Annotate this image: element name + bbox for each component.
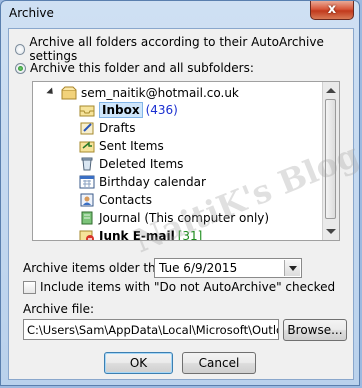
sent-items-icon — [79, 141, 95, 153]
tree-item-contacts[interactable]: Contacts — [79, 191, 152, 209]
no-autoarchive-label: Include items with "Do not AutoArchive" … — [40, 280, 336, 294]
tree-item-inbox[interactable]: Inbox (436) — [79, 101, 178, 119]
archive-all-label: Archive all folders according to their A… — [29, 35, 324, 63]
junk-email-label: Junk E-mail — [99, 229, 175, 241]
archive-this-label: Archive this folder and all subfolders: — [30, 61, 254, 75]
collapse-arrow-icon[interactable] — [46, 86, 56, 97]
cancel-button[interactable]: Cancel — [182, 352, 256, 374]
archive-file-label: Archive file: — [23, 302, 95, 316]
tree-item-junk-email[interactable]: Junk E-mail [31] — [79, 227, 203, 241]
title-bar: Archive x — [1, 1, 359, 27]
tree-item-deleted-items[interactable]: Deleted Items — [79, 155, 183, 173]
close-icon: x — [327, 2, 337, 17]
scroll-up-arrow-icon[interactable] — [326, 88, 336, 93]
calendar-icon — [79, 175, 95, 189]
contacts-icon — [80, 193, 94, 207]
journal-icon — [81, 211, 93, 225]
deleted-items-label: Deleted Items — [99, 157, 184, 171]
older-than-label: Archive items older than: — [23, 261, 175, 275]
older-than-value: Tue 6/9/2015 — [159, 261, 238, 275]
no-autoarchive-option[interactable]: Include items with "Do not AutoArchive" … — [23, 280, 335, 294]
archive-this-option[interactable]: Archive this folder and all subfolders: — [15, 60, 254, 76]
archive-file-value: C:\Users\Sam\AppData\Local\Microsoft\Out… — [27, 323, 278, 337]
tree-item-sent-items[interactable]: Sent Items — [79, 137, 164, 155]
archive-file-input[interactable]: C:\Users\Sam\AppData\Local\Microsoft\Out… — [23, 319, 279, 340]
tree-account-row[interactable]: sem_naitik@hotmail.co.uk — [46, 84, 239, 102]
tree-item-journal[interactable]: Journal (This computer only) — [79, 209, 269, 227]
browse-button[interactable]: Browse... — [283, 319, 347, 341]
dialog-body: Archive all folders according to their A… — [8, 28, 362, 380]
archive-all-radio[interactable] — [15, 43, 26, 55]
mailbox-icon — [61, 86, 77, 100]
scroll-down-arrow-icon[interactable] — [326, 229, 336, 234]
close-button[interactable]: x — [310, 1, 354, 20]
drafts-label: Drafts — [99, 121, 136, 135]
dropdown-arrow-icon[interactable] — [284, 260, 300, 276]
sent-items-label: Sent Items — [99, 139, 164, 153]
junk-email-count: [31] — [177, 229, 203, 241]
inbox-count: (436) — [145, 103, 178, 117]
archive-dialog: Archive x Archive all folders according … — [0, 0, 362, 386]
birthday-calendar-label: Birthday calendar — [99, 175, 206, 189]
scrollbar-thumb[interactable] — [325, 99, 336, 219]
deleted-items-icon — [81, 157, 93, 171]
ok-button[interactable]: OK — [104, 352, 173, 374]
tree-item-drafts[interactable]: Drafts — [79, 119, 136, 137]
contacts-label: Contacts — [99, 193, 152, 207]
account-label: sem_naitik@hotmail.co.uk — [81, 86, 239, 100]
older-than-date-picker[interactable]: Tue 6/9/2015 — [154, 258, 302, 278]
tree-item-birthday-calendar[interactable]: Birthday calendar — [79, 173, 206, 191]
archive-this-radio[interactable] — [15, 62, 26, 74]
tree-scrollbar[interactable] — [322, 82, 339, 240]
inbox-icon — [79, 105, 95, 117]
drafts-icon — [80, 122, 94, 135]
folder-tree[interactable]: sem_naitik@hotmail.co.uk Inbox (436) Dra… — [32, 81, 340, 241]
journal-label: Journal (This computer only) — [99, 211, 270, 225]
no-autoarchive-checkbox[interactable] — [23, 280, 36, 294]
inbox-label: Inbox — [102, 103, 140, 117]
junk-email-icon — [79, 230, 94, 240]
tree-item-inbox-highlight: Inbox — [99, 102, 143, 118]
window-title: Archive — [9, 6, 54, 20]
archive-all-option[interactable]: Archive all folders according to their A… — [15, 35, 353, 63]
